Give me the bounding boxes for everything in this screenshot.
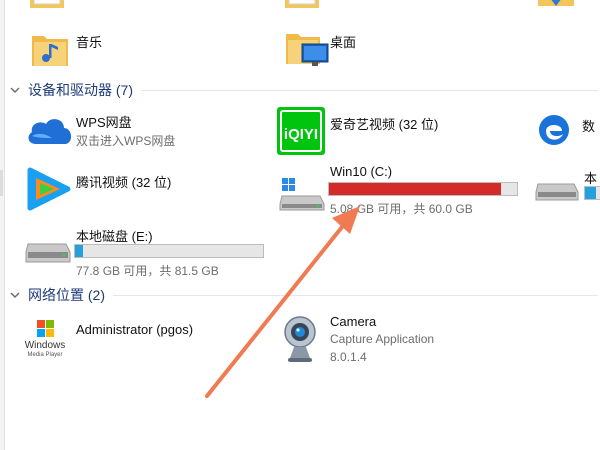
annotation-arrow-icon	[205, 206, 360, 398]
